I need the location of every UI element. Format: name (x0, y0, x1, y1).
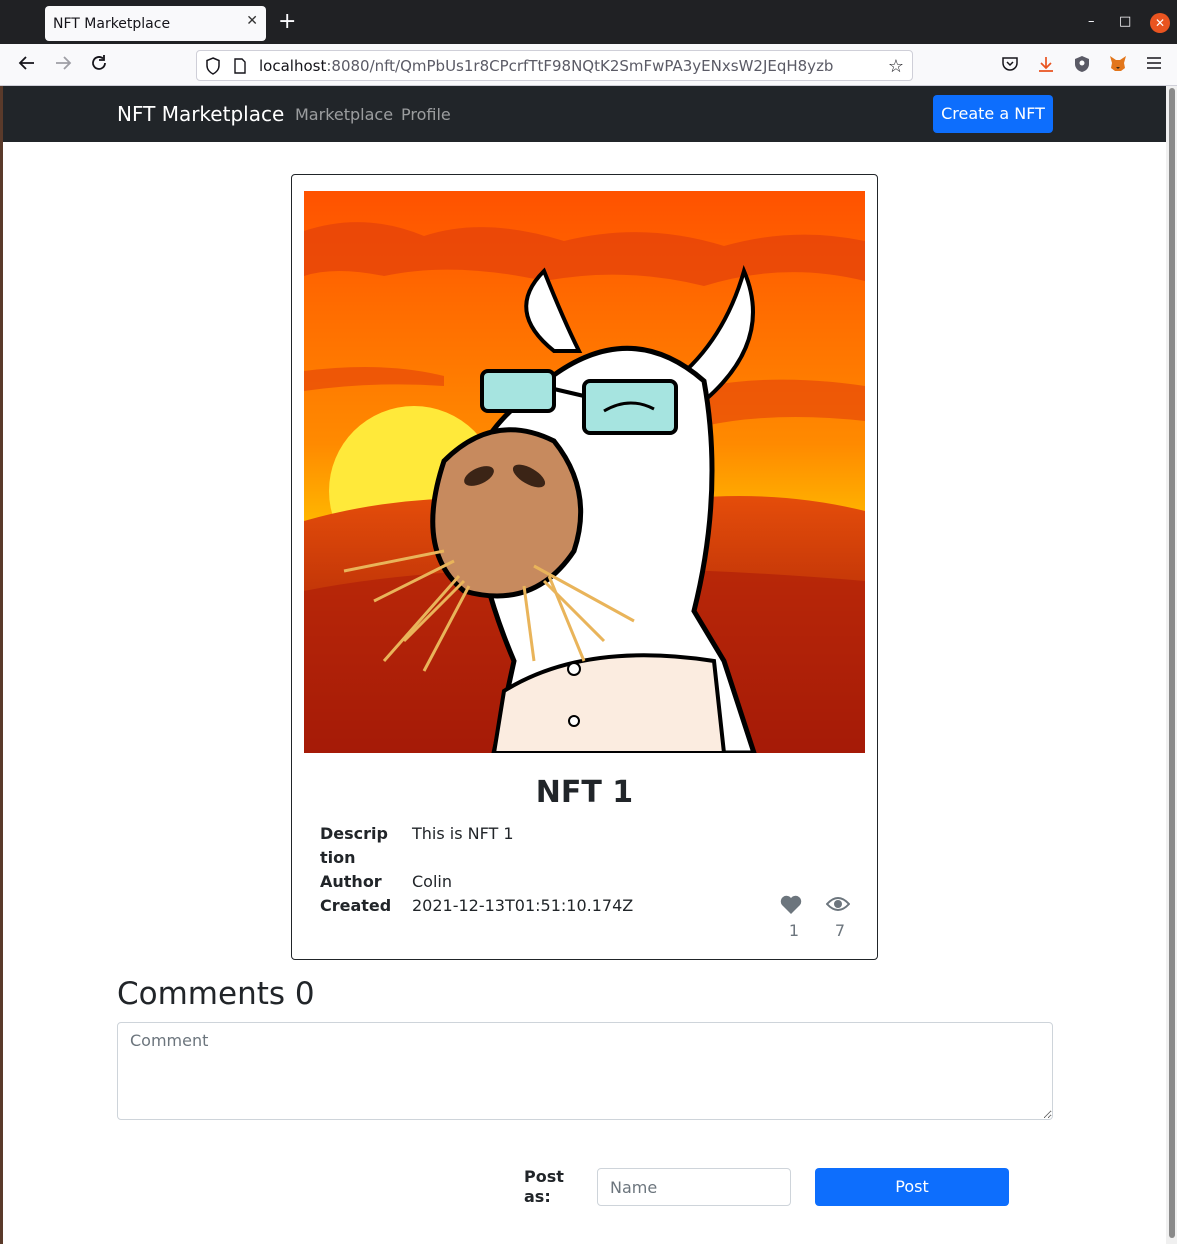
eye-icon (825, 895, 851, 917)
author-label: Author (320, 872, 382, 891)
url-bar[interactable]: localhost:8080/nft/QmPbUs1r8CPcrfTtF98NQ… (196, 50, 913, 81)
browser-toolbar: localhost:8080/nft/QmPbUs1r8CPcrfTtF98NQ… (0, 44, 1177, 86)
browser-tab-title: NFT Marketplace (53, 15, 171, 32)
page-scrollbar[interactable] (1166, 86, 1177, 1244)
url-text: localhost:8080/nft/QmPbUs1r8CPcrfTtF98NQ… (259, 57, 833, 75)
minimize-icon[interactable]: – (1088, 14, 1095, 29)
comment-textarea[interactable] (117, 1022, 1053, 1120)
nft-image (304, 191, 865, 753)
name-input[interactable] (597, 1168, 791, 1206)
new-tab-button[interactable]: + (278, 10, 296, 34)
create-nft-button[interactable]: Create a NFT (933, 95, 1053, 133)
url-host: localhost (259, 57, 327, 75)
tracking-shield-icon[interactable] (205, 57, 221, 79)
navbar-brand[interactable]: NFT Marketplace (117, 102, 284, 126)
description-value: This is NFT 1 (412, 824, 514, 843)
reload-icon[interactable] (90, 54, 108, 77)
nft-title: NFT 1 (535, 775, 634, 810)
heart-icon[interactable] (780, 895, 802, 919)
comments-heading: Comments 0 (117, 976, 315, 1012)
scrollbar-thumb[interactable] (1169, 88, 1175, 1238)
privacy-badger-icon[interactable] (1073, 55, 1091, 77)
views-count: 7 (834, 921, 846, 940)
browser-tab[interactable]: NFT Marketplace ✕ (45, 6, 266, 41)
menu-icon[interactable] (1146, 55, 1162, 75)
browser-tab-bar: NFT Marketplace ✕ + – □ ✕ (0, 0, 1177, 44)
site-navbar: NFT Marketplace Marketplace Profile Crea… (3, 86, 1166, 142)
created-value: 2021-12-13T01:51:10.174Z (412, 896, 634, 915)
bookmark-star-icon[interactable]: ☆ (888, 56, 904, 77)
post-button[interactable]: Post (815, 1168, 1009, 1206)
download-icon[interactable] (1037, 55, 1055, 77)
post-as-label: Post as: (524, 1167, 564, 1206)
pocket-icon[interactable] (1001, 55, 1019, 77)
likes-count: 1 (788, 921, 800, 940)
forward-icon[interactable] (54, 54, 72, 77)
created-label: Created (320, 896, 392, 915)
metamask-fox-icon[interactable] (1109, 55, 1127, 77)
nav-link-marketplace[interactable]: Marketplace (295, 105, 393, 124)
page-info-icon[interactable] (233, 58, 247, 78)
nav-link-profile[interactable]: Profile (401, 105, 451, 124)
maximize-icon[interactable]: □ (1119, 14, 1131, 29)
window-edge (0, 86, 3, 1244)
nft-card: NFT 1 Description This is NFT 1 Author C… (291, 174, 878, 960)
author-value: Colin (412, 872, 452, 891)
back-icon[interactable] (18, 54, 36, 77)
tab-close-icon[interactable]: ✕ (246, 13, 258, 29)
description-label: Description (320, 824, 388, 867)
window-close-icon[interactable]: ✕ (1150, 13, 1170, 33)
url-path: :8080/nft/QmPbUs1r8CPcrfTtF98NQtK2SmFwPA… (326, 57, 834, 75)
